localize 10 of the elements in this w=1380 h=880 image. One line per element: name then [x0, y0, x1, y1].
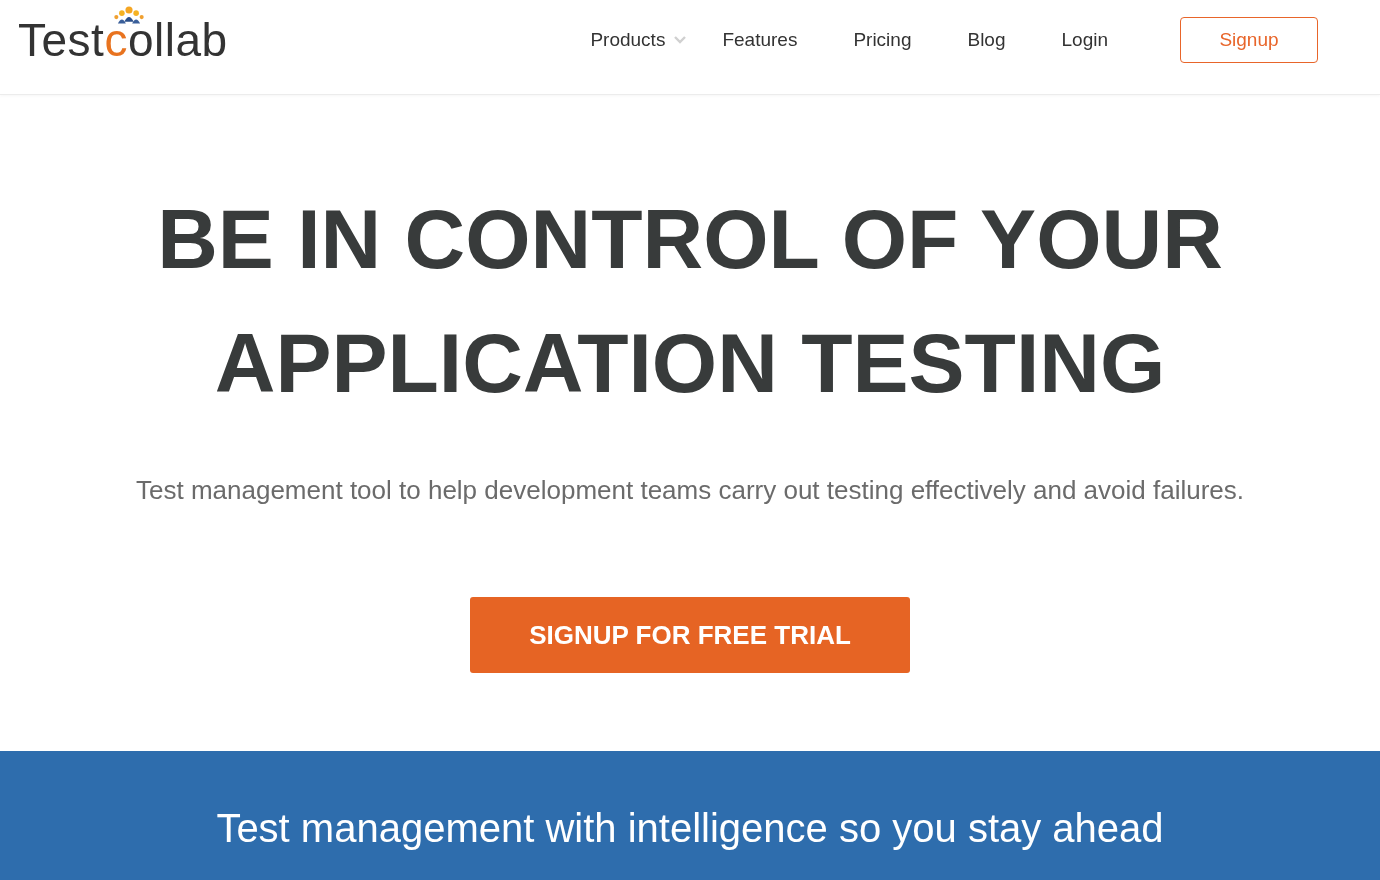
chevron-down-icon [674, 36, 687, 44]
nav-link[interactable]: Pricing [853, 29, 912, 51]
logo[interactable]: Testcollab [18, 17, 228, 63]
hero-title: BE IN CONTROL OF YOUR APPLICATION TESTING [156, 191, 1224, 412]
nav-link[interactable]: Products [590, 29, 687, 51]
nav-link[interactable]: Blog [967, 29, 1006, 51]
hero-subtitle: Test management tool to help development teams carry out testing effectively and avoid failures. [136, 475, 1244, 505]
nav-link[interactable]: Features [722, 29, 798, 51]
banner-heading: Test management with intelligence so you stay ahead [216, 808, 1164, 852]
nav-link[interactable]: Login [1061, 29, 1108, 51]
